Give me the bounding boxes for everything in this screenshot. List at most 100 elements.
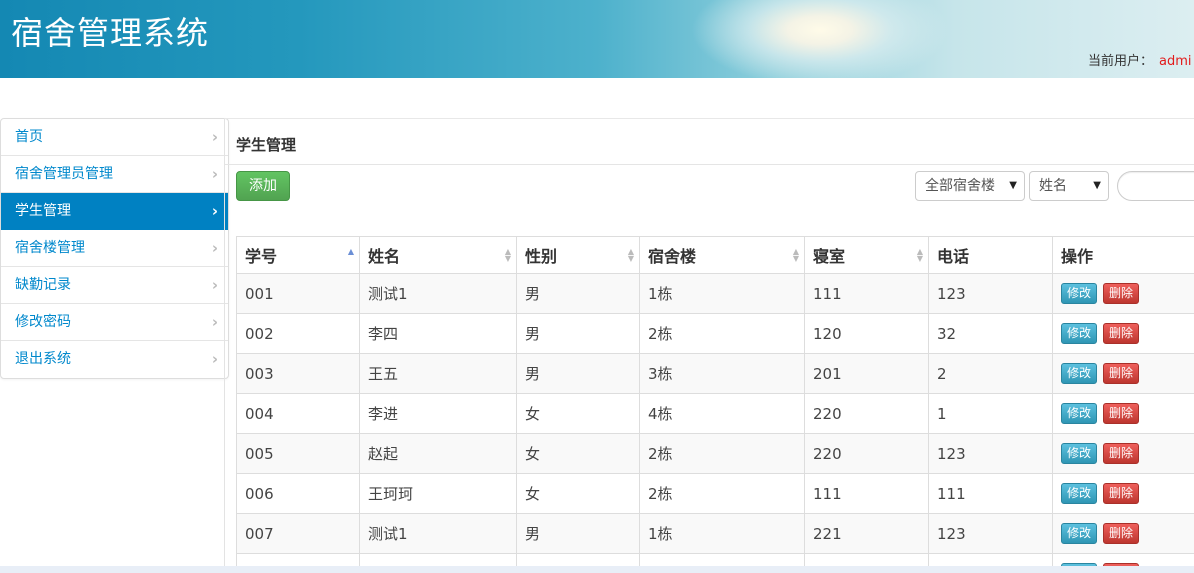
app-title: 宿舍管理系统 bbox=[11, 14, 210, 52]
cell-building: 2栋 bbox=[639, 473, 805, 514]
column-header-building[interactable]: 宿舍楼 ▲ ▼ bbox=[639, 236, 805, 274]
sort-icon: ▲ ▼ bbox=[792, 247, 799, 263]
sort-icon: ▲ ▼ bbox=[627, 247, 634, 263]
divider bbox=[225, 164, 1194, 165]
table-row: 007 测试1 男 1栋 221 123 修改 删除 bbox=[236, 513, 1194, 554]
delete-button[interactable]: 删除 bbox=[1103, 363, 1140, 384]
edit-button[interactable]: 修改 bbox=[1061, 403, 1098, 424]
delete-button[interactable]: 删除 bbox=[1103, 403, 1140, 424]
cell-actions: 修改删除 bbox=[1052, 393, 1194, 434]
edit-button[interactable]: 修改 bbox=[1061, 323, 1098, 344]
sidebar-item-label: 宿舍管理员管理 bbox=[15, 166, 113, 182]
main-content: 学生管理 添加 全部宿舍楼 ▼ 姓名 ▼ 学号 ▲ 姓名 ▲ ▼ 性别 ▲ ▼ 宿舍楼 ▲ ▼… bbox=[224, 118, 1194, 569]
cell-gender: 男 bbox=[516, 353, 640, 394]
table-row: 001 测试1 男 1栋 111 123 修改 删除 bbox=[236, 273, 1194, 314]
table-row: 004 李进女 4栋 220 1 修改 删除 bbox=[236, 393, 1194, 434]
table-row: 002 李四男 2栋 120 32 修改 删除 bbox=[236, 313, 1194, 354]
cell-id: 004 bbox=[236, 393, 360, 434]
cell-gender: 女 bbox=[516, 433, 640, 474]
chevron-right-icon: › bbox=[211, 202, 218, 220]
chevron-right-icon: › bbox=[211, 239, 218, 257]
table-row: 003 王五男 3栋 201 2 修改 删除 bbox=[236, 353, 1194, 394]
current-user-name[interactable]: admi bbox=[1159, 54, 1192, 69]
sidebar-item-dorm-admin[interactable]: 宿舍管理员管理 › bbox=[1, 156, 228, 193]
sidebar-item-label: 缺勤记录 bbox=[15, 277, 71, 293]
edit-button[interactable]: 修改 bbox=[1061, 443, 1098, 464]
cell-name: 李进 bbox=[359, 393, 517, 434]
sidebar-item-label: 宿舍楼管理 bbox=[15, 240, 85, 256]
cell-phone: 32 bbox=[928, 313, 1053, 354]
cell-room: 111 bbox=[804, 273, 929, 314]
cell-actions: 修改删除 bbox=[1052, 313, 1194, 354]
cell-id: 007 bbox=[236, 513, 360, 554]
column-header-name[interactable]: 姓名 ▲ ▼ bbox=[359, 236, 517, 274]
cell-name: 王五 bbox=[359, 353, 517, 394]
current-user: 当前用户： admi bbox=[1088, 50, 1192, 69]
edit-button[interactable]: 修改 bbox=[1061, 483, 1098, 504]
edit-button[interactable]: 修改 bbox=[1061, 523, 1098, 544]
sidebar-item-home[interactable]: 首页 › bbox=[1, 119, 228, 156]
table-body: 001 测试1 男 1栋 111 123 修改 删除 002 李四男 2栋 120 32 修改 删除 003 王… bbox=[236, 273, 1194, 569]
cell-actions: 修改删除 bbox=[1052, 473, 1194, 514]
delete-button[interactable]: 删除 bbox=[1103, 443, 1140, 464]
search-input[interactable] bbox=[1117, 171, 1194, 201]
cell-name: 赵起 bbox=[359, 433, 517, 474]
cell-id: 005 bbox=[236, 433, 360, 474]
edit-button[interactable]: 修改 bbox=[1061, 283, 1098, 304]
sidebar-item-buildings[interactable]: 宿舍楼管理 › bbox=[1, 230, 228, 267]
chevron-right-icon: › bbox=[211, 350, 218, 368]
caret-down-icon: ▼ bbox=[1009, 180, 1017, 191]
edit-button[interactable]: 修改 bbox=[1061, 363, 1098, 384]
app-header: 宿舍管理系统 当前用户： admi bbox=[0, 0, 1194, 78]
delete-button[interactable]: 删除 bbox=[1103, 323, 1140, 344]
chevron-right-icon: › bbox=[211, 165, 218, 183]
cell-room: 120 bbox=[804, 313, 929, 354]
sidebar-item-label: 首页 bbox=[15, 129, 43, 145]
page-title: 学生管理 bbox=[236, 136, 297, 154]
sidebar-item-logout[interactable]: 退出系统 › bbox=[1, 341, 228, 378]
sidebar-item-absence[interactable]: 缺勤记录 › bbox=[1, 267, 228, 304]
cell-phone: 123 bbox=[928, 513, 1053, 554]
cell-name: 测试1 bbox=[359, 513, 517, 554]
cell-phone: 111 bbox=[928, 473, 1053, 514]
cell-id: 002 bbox=[236, 313, 360, 354]
cell-building: 4栋 bbox=[639, 393, 805, 434]
chevron-right-icon: › bbox=[211, 128, 218, 146]
sidebar-item-password[interactable]: 修改密码 › bbox=[1, 304, 228, 341]
delete-button[interactable]: 删除 bbox=[1103, 483, 1140, 504]
student-table: 学号 ▲ 姓名 ▲ ▼ 性别 ▲ ▼ 宿舍楼 ▲ ▼ 寝室 ▲ ▼ 电话 操作 001 测试1 男 1栋… bbox=[236, 236, 1194, 569]
column-header-phone[interactable]: 电话 bbox=[928, 236, 1053, 274]
cell-gender: 男 bbox=[516, 273, 640, 314]
cell-phone: 2 bbox=[928, 353, 1053, 394]
cell-building: 1栋 bbox=[639, 513, 805, 554]
delete-button[interactable]: 删除 bbox=[1103, 523, 1140, 544]
cell-room: 220 bbox=[804, 393, 929, 434]
sort-icon: ▲ ▼ bbox=[916, 247, 923, 263]
current-user-label: 当前用户： bbox=[1088, 54, 1154, 69]
table-header-row: 学号 ▲ 姓名 ▲ ▼ 性别 ▲ ▼ 宿舍楼 ▲ ▼ 寝室 ▲ ▼ 电话 操作 bbox=[236, 236, 1194, 274]
cell-phone: 1 bbox=[928, 393, 1053, 434]
column-header-room[interactable]: 寝室 ▲ ▼ bbox=[804, 236, 929, 274]
cell-phone: 123 bbox=[928, 273, 1053, 314]
column-header-actions: 操作 bbox=[1052, 236, 1194, 274]
search-field-select[interactable]: 姓名 ▼ bbox=[1029, 171, 1109, 201]
add-student-button[interactable]: 添加 bbox=[236, 171, 290, 201]
cell-name: 李四 bbox=[359, 313, 517, 354]
sidebar-item-label: 修改密码 bbox=[15, 314, 71, 330]
cell-gender: 女 bbox=[516, 393, 640, 434]
search-field-value: 姓名 bbox=[1039, 178, 1067, 194]
delete-button[interactable]: 删除 bbox=[1103, 283, 1140, 304]
cell-actions: 修改删除 bbox=[1052, 513, 1194, 554]
column-header-gender[interactable]: 性别 ▲ ▼ bbox=[516, 236, 640, 274]
cell-building: 2栋 bbox=[639, 433, 805, 474]
sidebar-item-students[interactable]: 学生管理 › bbox=[1, 193, 228, 230]
cell-actions: 修改删除 bbox=[1052, 353, 1194, 394]
cell-phone: 123 bbox=[928, 433, 1053, 474]
cell-building: 3栋 bbox=[639, 353, 805, 394]
column-header-id[interactable]: 学号 ▲ bbox=[236, 236, 360, 274]
bottom-scrollbar[interactable] bbox=[0, 566, 1194, 573]
cell-room: 220 bbox=[804, 433, 929, 474]
building-filter-select[interactable]: 全部宿舍楼 ▼ bbox=[915, 171, 1025, 201]
cell-gender: 男 bbox=[516, 513, 640, 554]
cell-building: 2栋 bbox=[639, 313, 805, 354]
